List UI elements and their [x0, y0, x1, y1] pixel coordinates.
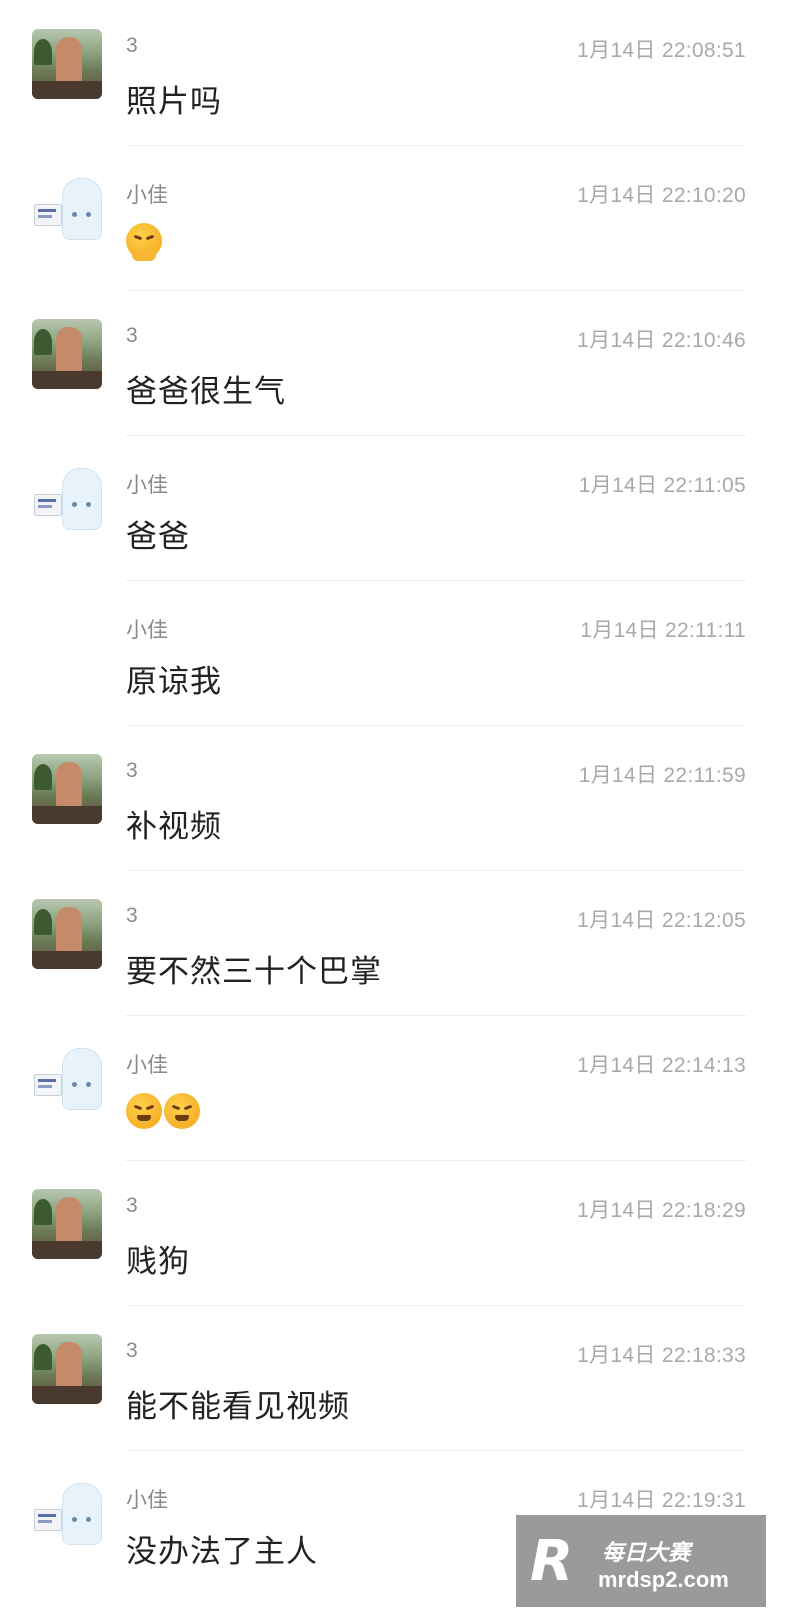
avatar[interactable] [32, 1479, 102, 1549]
message-timestamp: 1月14日 22:10:46 [577, 329, 746, 352]
list-item[interactable]: 3 1月14日 22:18:33 能不能看见视频 [0, 1305, 800, 1455]
avatar[interactable] [32, 754, 102, 824]
sender-name: 小佳 [126, 1489, 168, 1512]
list-item[interactable]: 3 1月14日 22:12:05 要不然三十个巴掌 [0, 870, 800, 1020]
sender-name: 小佳 [126, 474, 168, 497]
sender-name: 3 [126, 904, 138, 927]
message-timestamp: 1月14日 22:11:05 [578, 474, 746, 497]
list-item[interactable]: 小佳 1月14日 22:14:13 [0, 1015, 800, 1165]
avatar[interactable] [32, 1044, 102, 1114]
list-item[interactable]: 小佳 1月14日 22:11:05 爸爸 [0, 435, 800, 585]
message-timestamp: 1月14日 22:18:29 [577, 1199, 746, 1222]
sender-name: 小佳 [126, 1054, 168, 1077]
list-item[interactable]: 3 1月14日 22:10:46 爸爸很生气 [0, 290, 800, 440]
message-text[interactable]: 爸爸 [126, 511, 190, 556]
message-timestamp: 1月14日 22:11:59 [578, 764, 746, 787]
message-text[interactable]: 没办法了主人 [126, 1526, 318, 1571]
persevering-face-icon [126, 222, 162, 261]
message-timestamp: 1月14日 22:12:05 [577, 909, 746, 932]
message-text[interactable]: 原谅我 [126, 656, 222, 701]
sender-name: 小佳 [126, 184, 168, 207]
avatar[interactable] [32, 29, 102, 99]
sender-name: 3 [126, 1194, 138, 1217]
message-emoji[interactable] [126, 221, 164, 261]
avatar[interactable] [32, 1189, 102, 1259]
message-timestamp: 1月14日 22:19:31 [577, 1489, 746, 1512]
sender-name: 3 [126, 1339, 138, 1362]
avatar[interactable] [32, 319, 102, 389]
watermark-url: mrdsp2.com [598, 1567, 729, 1592]
crying-face-icon [126, 1092, 162, 1129]
list-item[interactable]: 小佳 1月14日 22:11:11 原谅我 [0, 580, 800, 730]
watermark: R 每日大赛 mrdsp2.com [514, 1513, 768, 1609]
list-item[interactable]: 3 1月14日 22:08:51 照片吗 [0, 0, 800, 150]
message-timestamp: 1月14日 22:08:51 [577, 39, 746, 62]
avatar[interactable] [32, 899, 102, 969]
message-timestamp: 1月14日 22:14:13 [577, 1054, 746, 1077]
sender-name: 3 [126, 759, 138, 782]
message-text[interactable]: 贱狗 [126, 1236, 190, 1281]
message-text[interactable]: 能不能看见视频 [126, 1381, 350, 1426]
sender-name: 3 [126, 34, 138, 57]
message-text[interactable]: 补视频 [126, 801, 222, 846]
list-item[interactable]: 3 1月14日 22:18:29 贱狗 [0, 1160, 800, 1310]
avatar[interactable] [32, 174, 102, 244]
message-timestamp: 1月14日 22:10:20 [577, 184, 746, 207]
message-timestamp: 1月14日 22:11:11 [580, 619, 746, 642]
list-item[interactable]: 3 1月14日 22:11:59 补视频 [0, 725, 800, 875]
message-text[interactable]: 爸爸很生气 [126, 366, 286, 411]
watermark-name: 每日大赛 [602, 1540, 691, 1565]
avatar[interactable] [32, 464, 102, 534]
list-item[interactable]: 小佳 1月14日 22:10:20 [0, 145, 800, 295]
avatar[interactable] [32, 1334, 102, 1404]
message-text[interactable]: 照片吗 [126, 76, 222, 121]
sender-name: 小佳 [126, 619, 168, 642]
watermark-logo: R [530, 1529, 574, 1594]
message-timestamp: 1月14日 22:18:33 [577, 1344, 746, 1367]
crying-face-icon [164, 1092, 200, 1129]
sender-name: 3 [126, 324, 138, 347]
message-emoji[interactable] [126, 1091, 202, 1129]
message-text[interactable]: 要不然三十个巴掌 [126, 946, 382, 991]
